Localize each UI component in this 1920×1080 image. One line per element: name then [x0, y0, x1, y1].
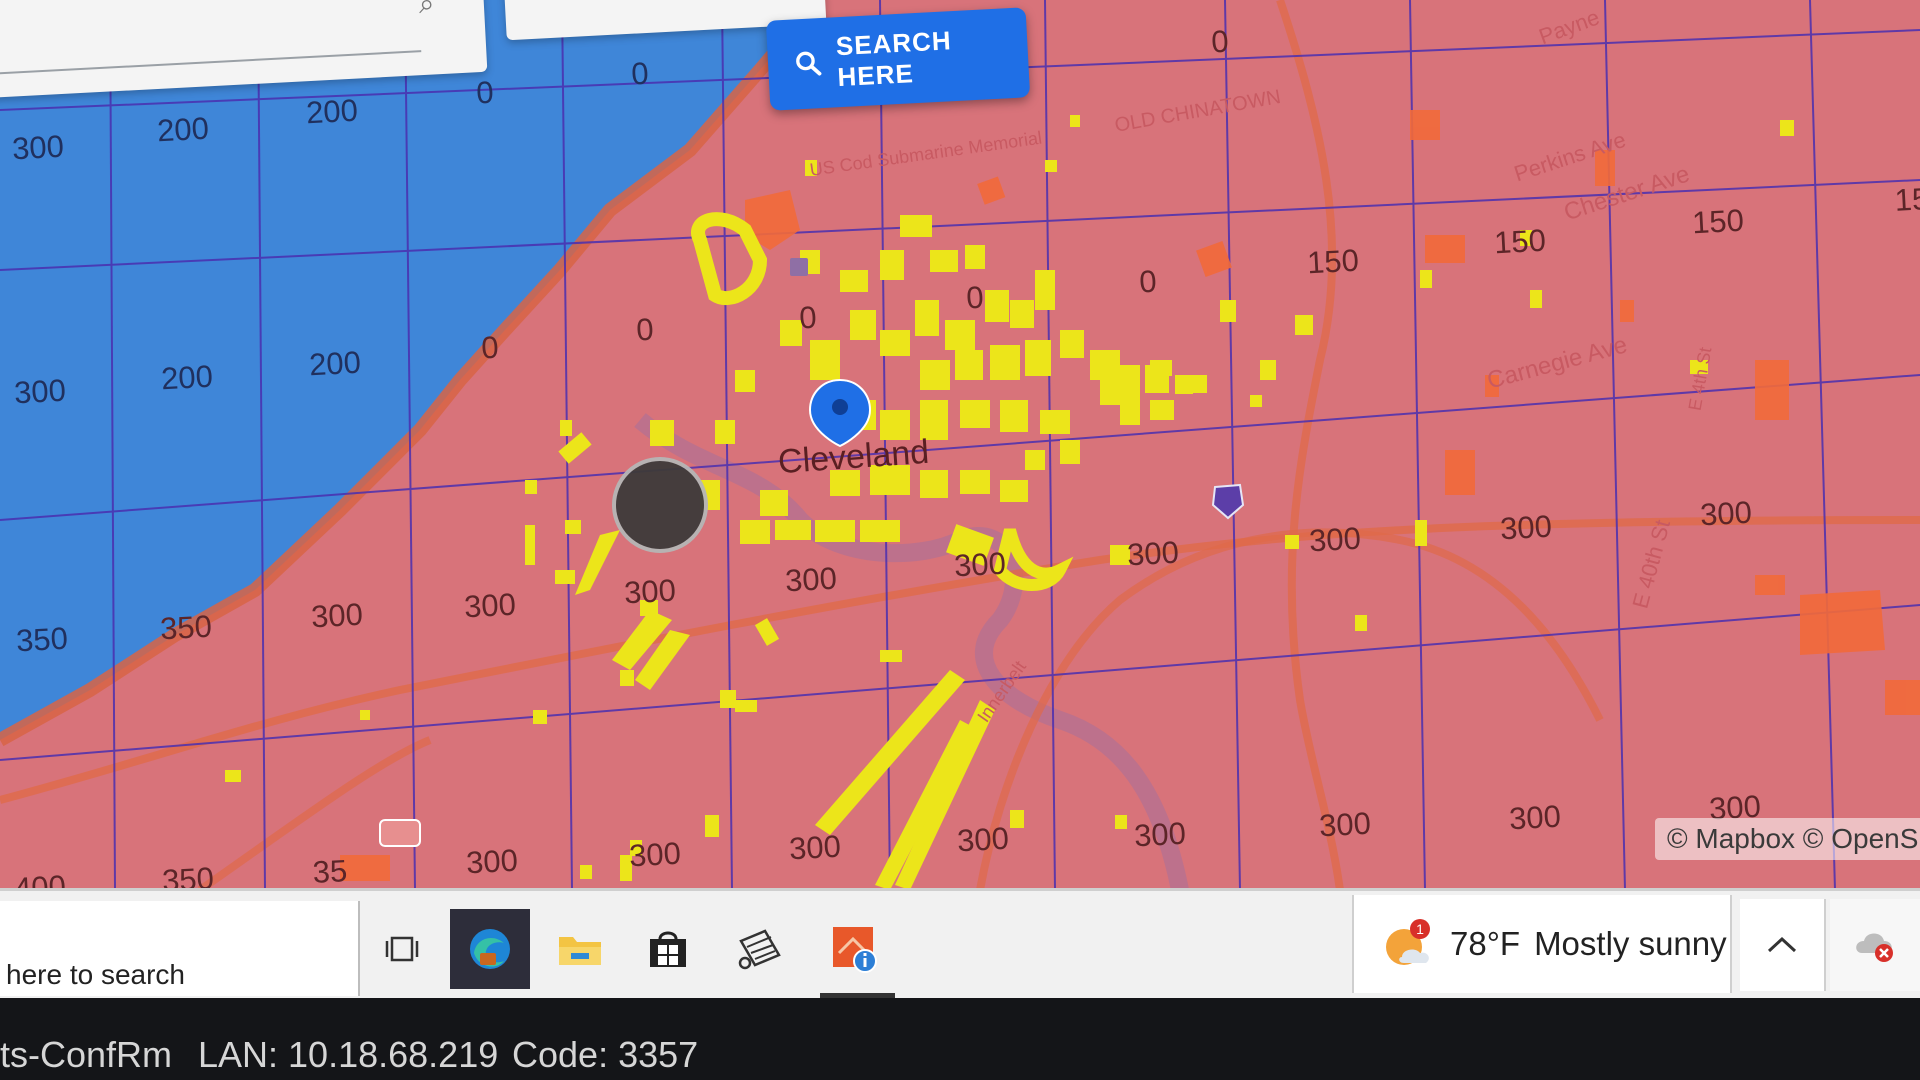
- zone-value-label: 300: [1133, 815, 1187, 854]
- zone-value-label: 200: [160, 358, 214, 397]
- zone-value-label: 350: [161, 860, 215, 890]
- folder-glyph: [559, 937, 601, 965]
- taskbar-search-text: here to search: [6, 959, 185, 990]
- edge-browser-icon[interactable]: [450, 909, 530, 989]
- zone-value-label: 300: [628, 835, 682, 874]
- zone-value-label: 200: [156, 110, 210, 149]
- search-here-label: SEARCH HERE: [835, 25, 953, 93]
- microsoft-store-icon[interactable]: [628, 909, 708, 989]
- search-icon: [796, 51, 822, 76]
- zone-value-label: 300: [1499, 508, 1553, 547]
- chevron-glyph: [1767, 936, 1797, 953]
- landmark-square: [790, 258, 808, 276]
- map-app-glyph: [833, 927, 877, 973]
- room-label: ts-ConfRm: [0, 1034, 173, 1075]
- snipping-tool-icon[interactable]: [720, 909, 800, 989]
- zone-value-label: 0: [798, 299, 818, 336]
- zone-value-label: 300: [465, 842, 519, 881]
- zone-value-label: 300: [623, 572, 677, 611]
- zone-value-label: 400: [13, 868, 67, 890]
- zone-value-label: 300: [784, 560, 838, 599]
- zone-value-label: 300: [1308, 520, 1362, 559]
- zone-value-label: 200: [308, 344, 362, 383]
- snip-glyph: [738, 929, 781, 970]
- taskbar-search-box[interactable]: here to search: [0, 901, 360, 996]
- zone-value-label: 300: [1318, 805, 1372, 844]
- cloud-error-icon[interactable]: [1830, 899, 1920, 991]
- chevron-up-icon[interactable]: [1740, 899, 1826, 991]
- zone-value-label: 150: [1306, 242, 1360, 281]
- zone-value-label: 200: [305, 92, 359, 131]
- taskbar: here to search 1 78°F Mostly sunny: [0, 888, 1920, 1001]
- zone-value-label: 150: [1493, 222, 1547, 261]
- screen: 300 200 200 0 0 300 200 200 350 0 0 0 0 0 0 150 150 150 15…: [0, 0, 1920, 1080]
- edge-glyph: [470, 929, 510, 969]
- device-code: Code: 3357: [512, 1034, 699, 1075]
- weather-widget[interactable]: 1 78°F Mostly sunny: [1352, 895, 1732, 993]
- weather-sun-icon: 1: [1386, 919, 1430, 965]
- zone-value-label: 300: [956, 820, 1010, 859]
- zone-value-label: 300: [1126, 534, 1180, 573]
- map-attribution[interactable]: © Mapbox © OpenS: [1655, 818, 1920, 860]
- zone-value-label: 300: [310, 596, 364, 635]
- cloud-glyph: [1856, 933, 1893, 962]
- file-explorer-icon[interactable]: [540, 909, 620, 989]
- map-canvas[interactable]: [0, 0, 1920, 890]
- zone-value-label: 300: [788, 828, 842, 867]
- zone-value-label: 300: [11, 128, 65, 167]
- map-view[interactable]: 300 200 200 0 0 300 200 200 350 0 0 0 0 0 0 150 150 150 15…: [0, 0, 1920, 890]
- zone-value-label: 350: [15, 620, 69, 659]
- zone-value-label: 0: [630, 55, 650, 92]
- park-area: [612, 457, 708, 553]
- zone-value-label: 300: [1508, 798, 1562, 837]
- zone-value-label: 0: [965, 279, 985, 316]
- map-app-icon[interactable]: [815, 909, 895, 989]
- weather-badge: 1: [1416, 921, 1424, 937]
- zone-value-label: 0: [475, 74, 495, 111]
- zone-value-label: 0: [635, 311, 655, 348]
- zone-value-label: 0: [480, 329, 500, 366]
- search-underline: [0, 50, 422, 76]
- store-glyph: [650, 931, 686, 967]
- task-view-glyph: [385, 936, 419, 962]
- search-icon[interactable]: ⌕: [418, 0, 435, 21]
- search-here-button[interactable]: SEARCH HERE: [765, 7, 1031, 111]
- zone-value-label: 300: [953, 545, 1007, 584]
- lan-address: LAN: 10.18.68.219: [198, 1034, 499, 1075]
- zone-value-label: 150: [1691, 202, 1745, 241]
- zone-value-label: 15: [1893, 181, 1920, 218]
- zone-value-label: 350: [159, 608, 213, 647]
- zone-value-label: 300: [13, 372, 67, 411]
- zone-value-label: 0: [1138, 263, 1158, 300]
- zone-value-label: 300: [1699, 494, 1753, 533]
- task-view-icon[interactable]: [362, 909, 442, 989]
- highway-shield-icon: [379, 819, 421, 847]
- zone-value-label: 300: [463, 586, 517, 625]
- weather-temperature: 78°F: [1450, 925, 1521, 962]
- zone-value-label: 0: [1210, 23, 1230, 60]
- zone-value-label: 35: [311, 853, 349, 890]
- weather-condition: Mostly sunny: [1534, 925, 1727, 962]
